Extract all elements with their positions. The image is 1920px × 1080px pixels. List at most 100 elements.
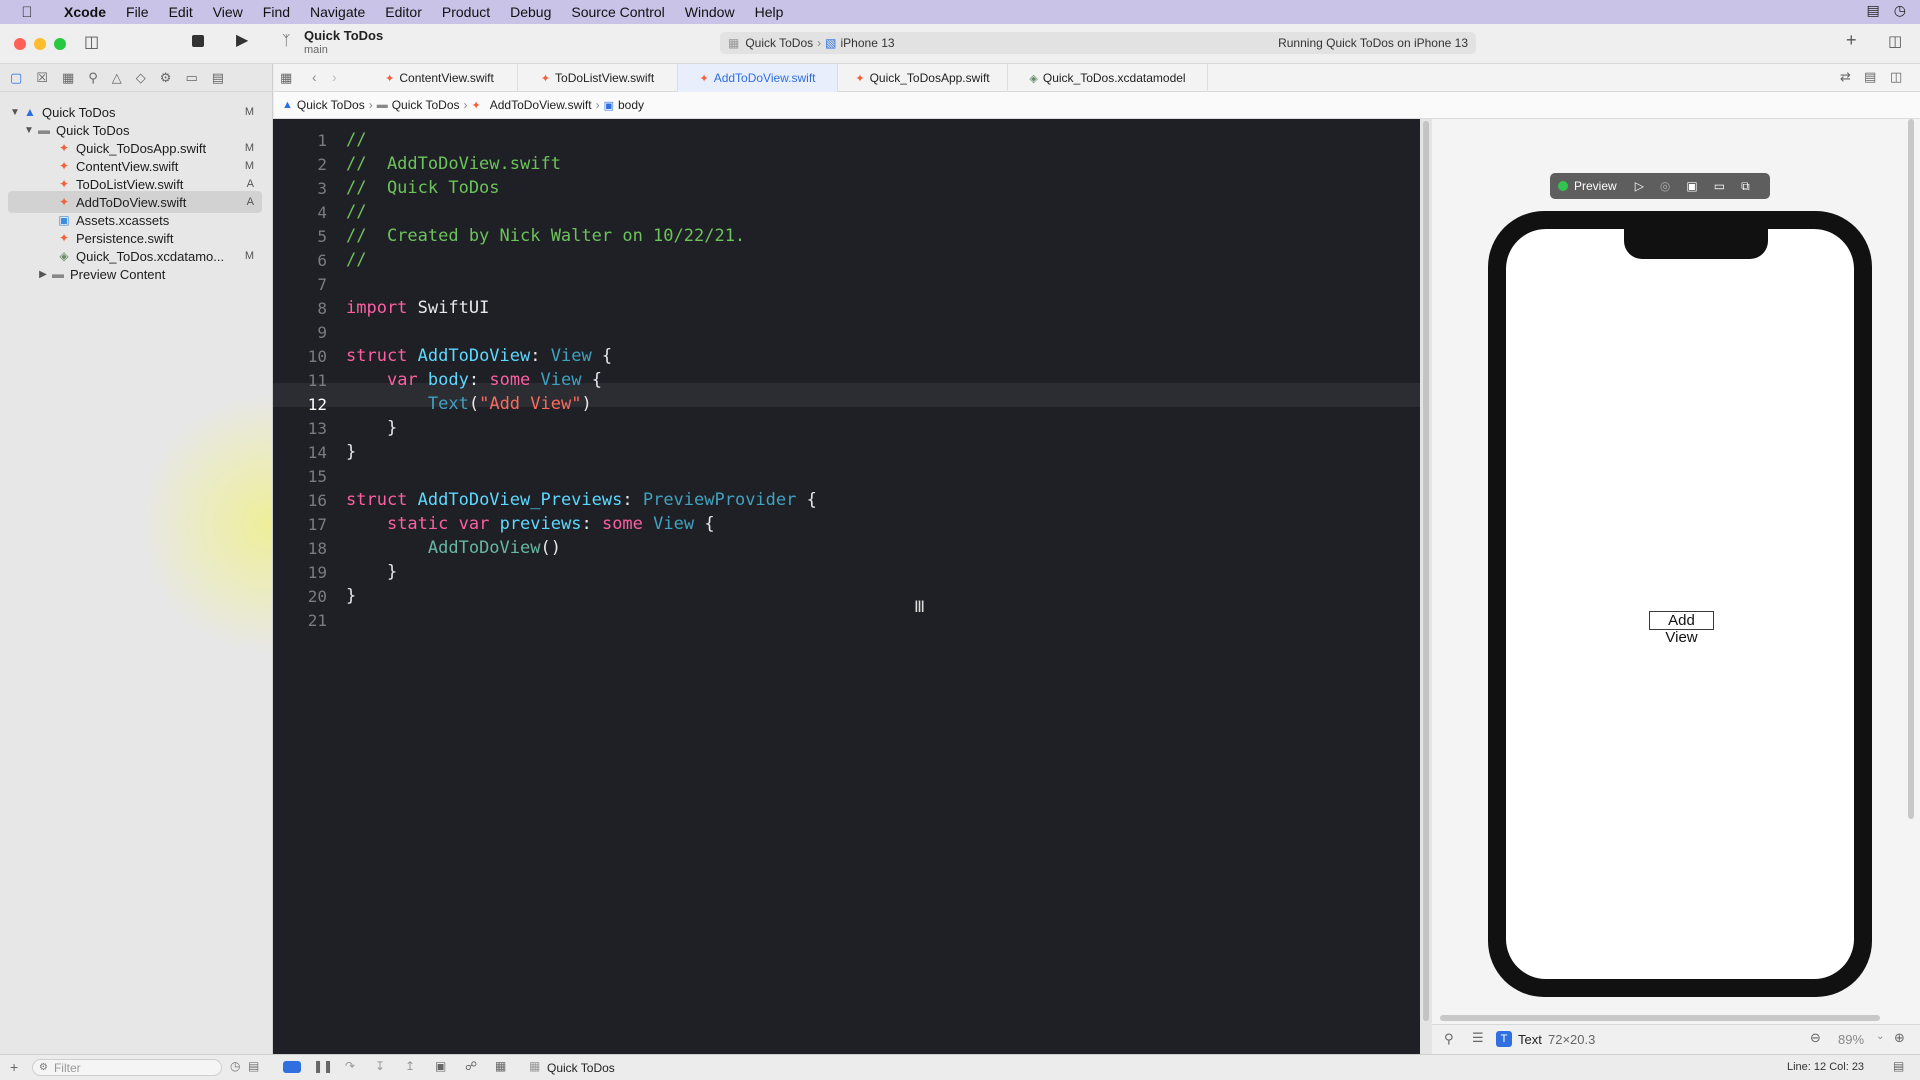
warning-icon[interactable]: △ [112, 70, 122, 86]
pin-icon[interactable]: ⚲ [1444, 1031, 1454, 1047]
stop-button[interactable] [192, 35, 204, 47]
menu-help[interactable]: Help [745, 4, 794, 20]
breadcrumb-group[interactable]: Quick ToDos [392, 98, 460, 112]
step-into-icon[interactable]: ↧ [375, 1059, 385, 1073]
recent-files-icon[interactable]: ◷ [230, 1059, 240, 1073]
folder-icon[interactable]: ▢ [10, 70, 22, 86]
tab-datamodel[interactable]: ◈ Quick_ToDos.xcdatamodel [1008, 64, 1208, 92]
breadcrumb-project[interactable]: Quick ToDos [297, 98, 365, 112]
filter-field[interactable]: ⚙ Filter [32, 1059, 222, 1076]
scheme-selector[interactable]: Quick ToDos [745, 36, 813, 50]
nav-row-label: ToDoListView.swift [76, 176, 184, 192]
inspect-icon[interactable]: ◎ [1660, 179, 1670, 193]
line-number: 1 [317, 131, 327, 150]
menu-file[interactable]: File [116, 4, 159, 20]
source-control-icon[interactable]: ☒ [36, 70, 48, 86]
add-icon[interactable]: + [10, 1059, 18, 1075]
menu-source-control[interactable]: Source Control [561, 4, 674, 20]
menu-product[interactable]: Product [432, 4, 500, 20]
tab-contentview[interactable]: ✦ ContentView.swift [362, 64, 518, 92]
scrollbar[interactable] [1423, 121, 1429, 1021]
minimize-window-button[interactable] [34, 38, 46, 50]
menu-window[interactable]: Window [675, 4, 745, 20]
menu-edit[interactable]: Edit [159, 4, 203, 20]
tab-addtodoview[interactable]: ✦ AddToDoView.swift [678, 64, 838, 92]
scm-filter-icon[interactable]: ▤ [248, 1059, 259, 1073]
step-out-icon[interactable]: ↥ [405, 1059, 415, 1073]
breakpoints-toggle[interactable] [283, 1061, 301, 1073]
zoom-in-icon[interactable]: ⊕ [1894, 1030, 1905, 1046]
tab-todolistview[interactable]: ✦ ToDoListView.swift [518, 64, 678, 92]
forward-icon[interactable]: › [332, 69, 337, 85]
chevron-down-icon[interactable]: ▼ [8, 107, 22, 118]
horizontal-scrollbar[interactable] [1440, 1015, 1880, 1021]
memory-graph-icon[interactable]: ☍ [465, 1059, 477, 1073]
test-icon[interactable]: ◇ [136, 70, 146, 86]
menu-navigate[interactable]: Navigate [300, 4, 375, 20]
console-toggle-icon[interactable]: ▤ [1893, 1059, 1904, 1073]
swift-icon: ✦ [58, 177, 70, 191]
punctuation: : [581, 514, 602, 534]
debug-bar: ❚❚ ↷ ↧ ↥ ▣ ☍ ▦ ▦ Quick ToDos Line: 12 Co… [273, 1054, 1920, 1080]
duplicate-icon[interactable]: ⧉ [1741, 179, 1750, 194]
add-library-icon[interactable]: + [1846, 30, 1857, 51]
debug-view-icon[interactable]: ▣ [435, 1059, 446, 1073]
swap-icon[interactable]: ⇄ [1840, 69, 1851, 85]
environment-icon[interactable]: ▦ [495, 1059, 506, 1073]
punctuation: } [386, 418, 398, 438]
canvas-divider[interactable] [1420, 119, 1432, 1054]
split-editor-icon[interactable]: ◫ [1890, 69, 1902, 85]
device-settings-icon[interactable]: ▭ [1714, 179, 1725, 193]
breadcrumb-symbol[interactable]: body [618, 98, 644, 112]
menu-bar:  Xcode File Edit View Find Navigate Edi… [0, 0, 1920, 24]
function-name: AddToDoView [427, 538, 541, 558]
grid-icon[interactable]: ▦ [280, 70, 292, 86]
menu-view[interactable]: View [203, 4, 253, 20]
play-icon[interactable]: ▷ [1635, 179, 1644, 193]
rotate-icon[interactable]: ▣ [1686, 179, 1697, 193]
menu-editor[interactable]: Editor [375, 4, 432, 20]
tab-quicktodosapp[interactable]: ✦ Quick_ToDosApp.swift [838, 64, 1008, 92]
module-name: SwiftUI [407, 298, 490, 318]
zoom-out-icon[interactable]: ⊖ [1810, 1030, 1821, 1046]
preview-label[interactable]: Preview [1574, 179, 1617, 193]
code-editor[interactable]: 1 2 3 4 5 6 7 8 9 10 11 12 13 14 15 16 1… [273, 119, 1420, 1054]
control-center-icon[interactable]: ▤ [1867, 2, 1880, 19]
chevron-down-icon[interactable]: ⌄ [1876, 1031, 1884, 1042]
chevron-right-icon[interactable]: ▶ [36, 269, 50, 280]
report-icon[interactable]: ▤ [212, 70, 224, 86]
apple-icon[interactable]:  [0, 4, 54, 21]
chevron-down-icon[interactable]: ▼ [22, 125, 36, 136]
toolbar: ◫ ▶ ᛉ Quick ToDos main ▦ Quick ToDos › ▧… [0, 24, 1920, 64]
code-line: // AddToDoView.swift [346, 154, 561, 174]
preview-text[interactable]: Add View [1649, 611, 1714, 646]
vertical-scrollbar[interactable] [1908, 119, 1914, 819]
clock-icon[interactable]: ◷ [1894, 2, 1906, 19]
run-button[interactable]: ▶ [236, 30, 248, 50]
nav-row-group[interactable]: ▶ ▬ Preview Content [8, 263, 262, 285]
debug-icon[interactable]: ⚙ [160, 70, 172, 86]
pause-icon[interactable]: ❚❚ [313, 1059, 333, 1073]
line-number: 5 [317, 227, 327, 246]
project-navigator: ▢ ☒ ▦ ⚲ △ ◇ ⚙ ▭ ▤ ▼ ▲ Quick ToDos M ▼ ▬ … [0, 64, 273, 1054]
menu-xcode[interactable]: Xcode [54, 4, 116, 20]
symbol-icon[interactable]: ▦ [62, 70, 74, 86]
menu-debug[interactable]: Debug [500, 4, 561, 20]
inspector-toggle-icon[interactable]: ◫ [1888, 32, 1902, 50]
breadcrumb-file[interactable]: AddToDoView.swift [490, 98, 592, 112]
zoom-level[interactable]: 89% [1838, 1032, 1864, 1047]
back-icon[interactable]: ‹ [312, 69, 317, 85]
close-window-button[interactable] [14, 38, 26, 50]
menu-find[interactable]: Find [253, 4, 300, 20]
line-number: 6 [317, 251, 327, 270]
line-number: 21 [307, 611, 327, 630]
breakpoint-icon[interactable]: ▭ [185, 70, 197, 86]
editor-options-icon[interactable]: ▤ [1864, 69, 1876, 85]
sidebar-toggle-icon[interactable]: ◫ [84, 32, 99, 52]
list-icon[interactable]: ☰ [1472, 1030, 1484, 1046]
zoom-window-button[interactable] [54, 38, 66, 50]
live-indicator-icon [1558, 181, 1568, 191]
step-over-icon[interactable]: ↷ [345, 1059, 355, 1073]
search-icon[interactable]: ⚲ [88, 70, 98, 86]
device-selector[interactable]: iPhone 13 [841, 36, 895, 50]
